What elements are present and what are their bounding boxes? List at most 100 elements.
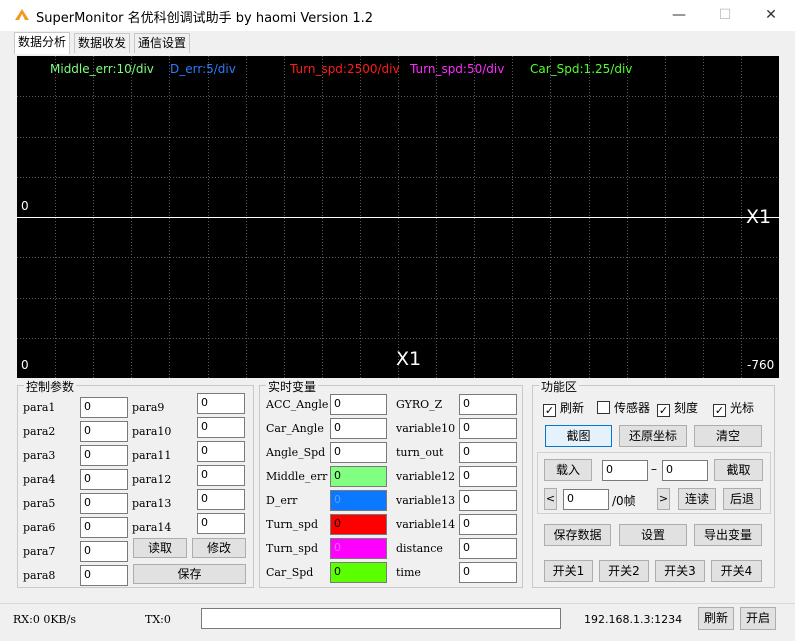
realtime-var-label: Middle_err [266,470,328,483]
realtime-var-value[interactable]: 0 [330,442,387,463]
param-label: para12 [132,473,172,486]
realtime-var-label: D_err [266,494,298,507]
param-input[interactable]: 0 [197,417,245,438]
scope-end-value: -760 [747,358,775,372]
ip-address: 192.168.1.3:1234 [584,613,683,626]
realtime-var-value[interactable]: 0 [459,394,517,415]
realtime-var-label: distance [396,542,443,555]
param-label: para8 [23,569,56,582]
frame-input[interactable]: 0 [563,489,609,510]
channel-label-turn-spd-2: Turn_spd:50/div [410,62,505,76]
realtime-var-value[interactable]: 0 [330,466,387,487]
cursor-marker-right[interactable]: X1 [746,206,771,228]
save-params-button[interactable]: 保存 [133,564,246,584]
oscilloscope-view[interactable]: Middle_err:10/div D_err:5/div Turn_spd:2… [17,56,779,378]
realtime-var-label: Angle_Spd [266,446,326,459]
start-button[interactable]: 开启 [740,607,776,630]
realtime-var-value[interactable]: 0 [459,514,517,535]
range-to-input[interactable]: 0 [662,460,708,481]
realtime-var-label: time [396,566,421,579]
realtime-var-label: turn_out [396,446,444,459]
restore-axis-button[interactable]: 还原坐标 [619,425,687,447]
send-input[interactable] [201,608,561,629]
realtime-var-value[interactable]: 0 [459,442,517,463]
app-icon [15,9,29,20]
param-input[interactable]: 0 [197,393,245,414]
close-button[interactable]: ✕ [748,0,794,31]
save-data-button[interactable]: 保存数据 [544,524,611,546]
next-frame-button[interactable]: > [657,488,670,510]
param-label: para6 [23,521,56,534]
switch-2-button[interactable]: 开关2 [599,560,649,582]
param-input[interactable]: 0 [197,513,245,534]
param-input[interactable]: 0 [80,421,128,442]
realtime-var-label: ACC_Angle [266,398,329,411]
refresh-checkbox[interactable]: ✓ 刷新 [543,399,584,417]
param-input[interactable]: 0 [197,465,245,486]
cursor-marker-bottom[interactable]: X1 [396,348,421,370]
realtime-var-label: GYRO_Z [396,398,443,411]
param-label: para5 [23,497,56,510]
function-area-group: 功能区 ✓ 刷新 传感器 ✓ 刻度 ✓ 光标 截图 还原坐标 清空 载入 0 – 0 … [532,378,775,588]
frame-count-label: /0帧 [612,494,636,508]
minimize-button[interactable]: — [656,0,702,31]
prev-frame-button[interactable]: < [544,488,557,510]
modify-button[interactable]: 修改 [192,538,246,558]
sensor-check-icon [597,401,610,414]
realtime-var-label: Car_Angle [266,422,324,435]
tab-data-analysis[interactable]: 数据分析 [14,32,71,54]
param-input[interactable]: 0 [80,517,128,538]
clear-button[interactable]: 清空 [694,425,762,447]
realtime-var-value[interactable]: 0 [330,514,387,535]
param-input[interactable]: 0 [80,469,128,490]
switch-1-button[interactable]: 开关1 [544,560,593,582]
tab-comm-settings[interactable]: 通信设置 [134,33,191,53]
realtime-var-value[interactable]: 0 [330,394,387,415]
settings-button[interactable]: 设置 [619,524,687,546]
load-button[interactable]: 载入 [544,459,592,481]
channel-label-middle-err: Middle_err:10/div [50,62,154,76]
cursor-check-icon: ✓ [713,404,726,417]
scope-grid [17,56,779,378]
status-refresh-button[interactable]: 刷新 [698,607,734,630]
refresh-check-icon: ✓ [543,404,556,417]
export-vars-button[interactable]: 导出变量 [694,524,762,546]
realtime-var-value[interactable]: 0 [330,538,387,559]
param-input[interactable]: 0 [80,541,128,562]
realtime-var-value[interactable]: 0 [330,418,387,439]
realtime-var-value[interactable]: 0 [330,562,387,583]
param-input[interactable]: 0 [80,493,128,514]
cursor-checkbox[interactable]: ✓ 光标 [713,399,754,417]
realtime-var-value[interactable]: 0 [459,562,517,583]
screenshot-button[interactable]: 截图 [545,425,612,447]
param-input[interactable]: 0 [80,565,128,586]
zero-label-mid: 0 [21,199,29,213]
switch-3-button[interactable]: 开关3 [655,560,705,582]
control-params-group: 控制参数 para1 0 para2 0 para3 0 para4 0 para5 0 para6… [17,378,254,588]
param-label: para1 [23,401,56,414]
realtime-var-value[interactable]: 0 [459,418,517,439]
maximize-button[interactable]: ☐ [702,0,748,31]
continuous-read-button[interactable]: 连读 [678,488,716,510]
switch-4-button[interactable]: 开关4 [711,560,762,582]
realtime-var-value[interactable]: 0 [459,466,517,487]
realtime-vars-group: 实时变量 ACC_Angle 0 Car_Angle 0 Angle_Spd 0 Middl… [259,378,523,588]
realtime-var-value[interactable]: 0 [330,490,387,511]
param-input[interactable]: 0 [80,445,128,466]
scale-checkbox[interactable]: ✓ 刻度 [657,399,698,417]
read-button[interactable]: 读取 [133,538,187,558]
cut-button[interactable]: 截取 [714,459,763,481]
param-input[interactable]: 0 [197,489,245,510]
realtime-var-value[interactable]: 0 [459,538,517,559]
param-input[interactable]: 0 [80,397,128,418]
sensor-checkbox[interactable]: 传感器 [597,399,650,416]
realtime-var-label: variable12 [396,470,456,483]
realtime-var-value[interactable]: 0 [459,490,517,511]
param-label: para4 [23,473,56,486]
range-from-input[interactable]: 0 [602,460,648,481]
tab-data-transceive[interactable]: 数据收发 [74,33,131,53]
title-bar: SuperMonitor 名优科创调试助手 by haomi Version 1… [0,0,795,31]
back-button[interactable]: 后退 [723,488,761,510]
rx-status: RX:0 0KB/s [13,613,76,626]
param-input[interactable]: 0 [197,441,245,462]
